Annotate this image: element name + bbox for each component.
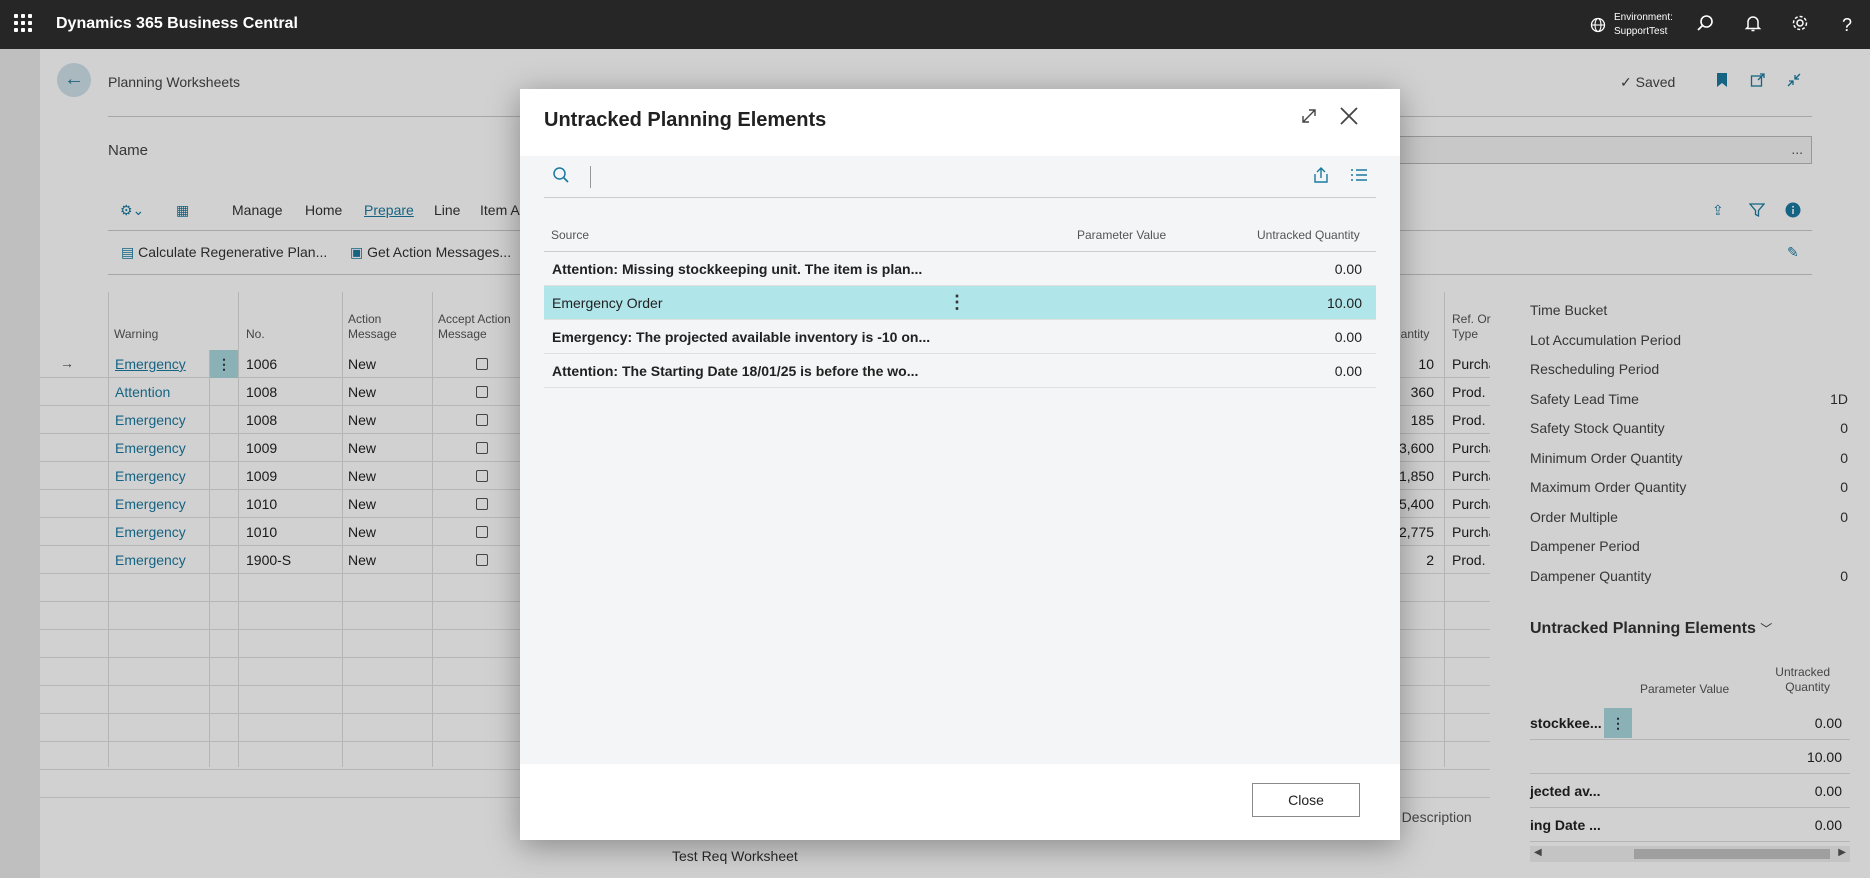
row-untracked-quantity: 0.00 <box>1334 261 1362 277</box>
dialog-search-bar[interactable] <box>544 156 1376 198</box>
dialog-title: Untracked Planning Elements <box>544 109 827 131</box>
row-untracked-quantity: 0.00 <box>1334 329 1362 345</box>
col-untracked-quantity[interactable]: Untracked Quantity <box>1257 228 1360 242</box>
row-untracked-quantity: 10.00 <box>1326 295 1362 311</box>
planning-element-row[interactable]: Emergency: The projected available inven… <box>544 320 1376 354</box>
row-source[interactable]: Emergency: The projected available inven… <box>552 329 930 345</box>
top-bar: Dynamics 365 Business Central Environmen… <box>0 0 1870 49</box>
expand-icon[interactable] <box>1300 107 1318 130</box>
planning-element-row[interactable]: Attention: The Starting Date 18/01/25 is… <box>544 354 1376 388</box>
gear-icon[interactable] <box>1789 14 1811 36</box>
row-untracked-quantity: 0.00 <box>1334 363 1362 379</box>
search-icon[interactable] <box>1694 14 1716 36</box>
row-source[interactable]: Attention: Missing stockkeeping unit. Th… <box>552 261 922 277</box>
search-input[interactable] <box>590 166 591 188</box>
row-menu-icon[interactable]: ⋮ <box>948 292 966 313</box>
environment-label: Environment: <box>1614 12 1673 23</box>
row-source[interactable]: Emergency Order <box>552 295 662 311</box>
app-launcher-icon[interactable] <box>14 14 32 32</box>
app-title[interactable]: Dynamics 365 Business Central <box>56 15 298 33</box>
list-view-icon[interactable] <box>1350 166 1368 187</box>
dialog-body: Source Parameter Value Untracked Quantit… <box>520 156 1400 764</box>
globe-icon <box>1590 17 1606 33</box>
close-icon[interactable] <box>1338 105 1360 132</box>
search-icon[interactable] <box>552 166 570 189</box>
environment-indicator[interactable]: Environment: SupportTest <box>1590 11 1673 39</box>
planning-element-row[interactable]: Emergency Order ⋮ 10.00 <box>544 286 1376 320</box>
bell-icon[interactable] <box>1742 14 1764 36</box>
row-source[interactable]: Attention: The Starting Date 18/01/25 is… <box>552 363 918 379</box>
col-source[interactable]: Source <box>551 228 589 242</box>
col-parameter-value[interactable]: Parameter Value <box>1077 228 1166 242</box>
planning-element-row[interactable]: Attention: Missing stockkeeping unit. Th… <box>544 252 1376 286</box>
share-icon[interactable] <box>1312 166 1330 187</box>
untracked-planning-elements-dialog: Untracked Planning Elements Source Param… <box>520 89 1400 840</box>
close-button[interactable]: Close <box>1252 783 1360 817</box>
help-icon[interactable]: ? <box>1836 14 1858 36</box>
environment-name: SupportTest <box>1614 26 1668 37</box>
